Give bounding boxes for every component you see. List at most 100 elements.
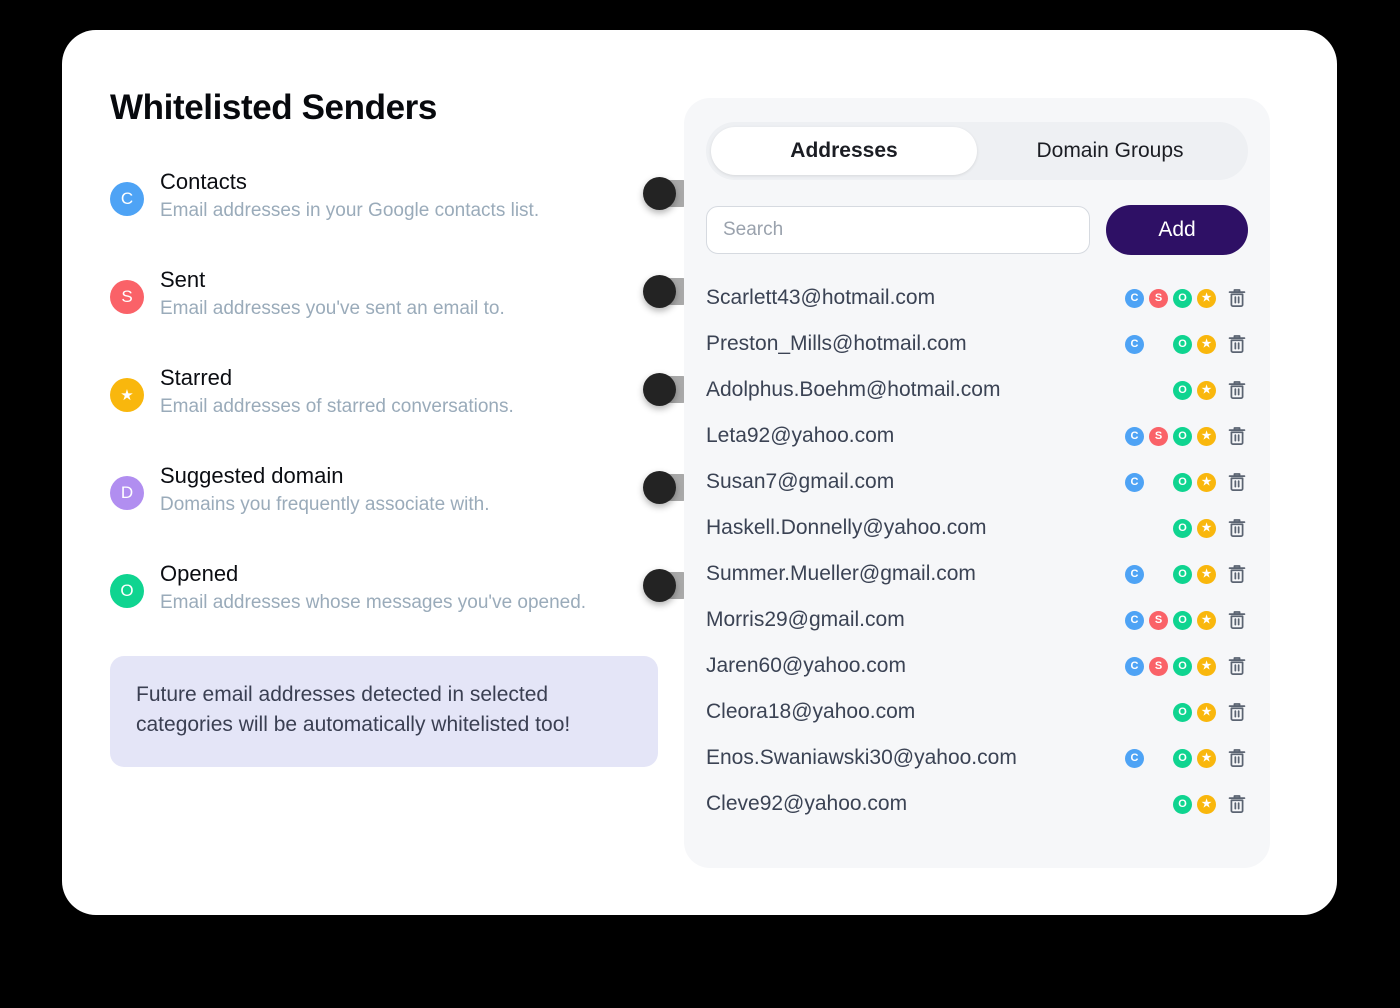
address-row: Morris29@gmail.com C S O ★ [706, 597, 1248, 643]
tag-starred-icon: ★ [1197, 794, 1216, 814]
category-title: Opened [160, 561, 239, 586]
tag-s-icon: S [1149, 656, 1168, 676]
tag-starred-icon: ★ [1197, 334, 1216, 354]
delete-address-button[interactable] [1226, 563, 1248, 585]
toggle-knob [643, 275, 676, 308]
delete-address-button[interactable] [1226, 471, 1248, 493]
tag-o-icon: O [1173, 518, 1192, 538]
trash-icon[interactable] [1226, 287, 1248, 309]
delete-address-button[interactable] [1226, 379, 1248, 401]
address-tags: C O ★ [1125, 564, 1216, 584]
page-title: Whitelisted Senders [110, 88, 437, 127]
trash-icon[interactable] [1226, 701, 1248, 723]
tab-addresses[interactable]: Addresses [711, 127, 977, 175]
address-email: Jaren60@yahoo.com [706, 654, 906, 677]
category-row-sent: S Sent Email addresses you've sent an emai… [110, 264, 696, 336]
address-tags: O ★ [1125, 794, 1216, 814]
category-badge-contacts-icon: C [110, 182, 144, 216]
category-row-contacts: C Contacts Email addresses in your Google … [110, 166, 696, 238]
toggle-knob [643, 373, 676, 406]
address-tags: C S O ★ [1125, 656, 1216, 676]
address-tags: C S O ★ [1125, 610, 1216, 630]
address-tags: C O ★ [1125, 334, 1216, 354]
tag-starred-icon: ★ [1197, 380, 1216, 400]
trash-icon[interactable] [1226, 379, 1248, 401]
address-row: Cleve92@yahoo.com O ★ [706, 781, 1248, 827]
tag-s-icon: S [1149, 288, 1168, 308]
info-box: Future email addresses detected in selec… [110, 656, 658, 767]
tag-placeholder [1149, 749, 1168, 768]
tag-c-icon: C [1125, 426, 1144, 446]
address-email: Leta92@yahoo.com [706, 424, 895, 447]
category-row-starred: ★ Starred Email addresses of starred conve… [110, 362, 696, 434]
delete-address-button[interactable] [1226, 517, 1248, 539]
tag-placeholder [1125, 519, 1144, 538]
tag-placeholder [1149, 703, 1168, 722]
category-text: Starred Email addresses of starred conver… [160, 362, 696, 420]
toggle-knob [643, 177, 676, 210]
category-row-suggested-domain: D Suggested domain Domains you frequently … [110, 460, 696, 532]
delete-address-button[interactable] [1226, 747, 1248, 769]
delete-address-button[interactable] [1226, 287, 1248, 309]
trash-icon[interactable] [1226, 333, 1248, 355]
categories-column: Whitelisted Senders C Contacts Email addre… [110, 88, 696, 767]
tag-placeholder [1149, 381, 1168, 400]
trash-icon[interactable] [1226, 517, 1248, 539]
delete-address-button[interactable] [1226, 655, 1248, 677]
delete-address-button[interactable] [1226, 609, 1248, 631]
tag-s-icon: S [1149, 426, 1168, 446]
address-email: Cleora18@yahoo.com [706, 700, 916, 723]
address-email: Enos.Swaniawski30@yahoo.com [706, 746, 1017, 769]
category-description: Domains you frequently associate with. [160, 494, 490, 516]
address-row: Cleora18@yahoo.com O ★ [706, 689, 1248, 735]
app-card: Whitelisted Senders C Contacts Email addre… [62, 30, 1337, 915]
address-tags: O ★ [1125, 518, 1216, 538]
delete-address-button[interactable] [1226, 701, 1248, 723]
address-email: Adolphus.Boehm@hotmail.com [706, 378, 1001, 401]
address-tags: C S O ★ [1125, 288, 1216, 308]
tag-o-icon: O [1173, 288, 1192, 308]
tag-starred-icon: ★ [1197, 288, 1216, 308]
trash-icon[interactable] [1226, 793, 1248, 815]
trash-icon[interactable] [1226, 655, 1248, 677]
tag-o-icon: O [1173, 472, 1192, 492]
category-description: Email addresses whose messages you've op… [160, 592, 587, 614]
info-box-text: Future email addresses detected in selec… [136, 683, 571, 737]
trash-icon[interactable] [1226, 747, 1248, 769]
search-row: Add [706, 205, 1248, 255]
address-tags: O ★ [1125, 702, 1216, 722]
delete-address-button[interactable] [1226, 333, 1248, 355]
address-email: Susan7@gmail.com [706, 470, 895, 493]
search-input[interactable] [706, 206, 1090, 254]
trash-icon[interactable] [1226, 425, 1248, 447]
category-title: Suggested domain [160, 463, 344, 488]
tag-o-icon: O [1173, 334, 1192, 354]
trash-icon[interactable] [1226, 471, 1248, 493]
tab-domain-groups[interactable]: Domain Groups [977, 127, 1243, 175]
tag-o-icon: O [1173, 794, 1192, 814]
tag-placeholder [1149, 565, 1168, 584]
address-row: Susan7@gmail.com C O ★ [706, 459, 1248, 505]
address-row: Preston_Mills@hotmail.com C O ★ [706, 321, 1248, 367]
address-row: Scarlett43@hotmail.com C S O ★ [706, 275, 1248, 321]
tag-starred-icon: ★ [1197, 472, 1216, 492]
category-text: Contacts Email addresses in your Google c… [160, 166, 696, 224]
category-badge-suggested-domain-icon: D [110, 476, 144, 510]
panel-tabs: Addresses Domain Groups [706, 122, 1248, 180]
senders-panel: AddressesDomain Groups Add Scarlett43@ho… [684, 98, 1270, 868]
delete-address-button[interactable] [1226, 425, 1248, 447]
add-button[interactable]: Add [1106, 205, 1248, 255]
category-title: Contacts [160, 169, 247, 194]
tag-o-icon: O [1173, 380, 1192, 400]
category-badge-starred-icon: ★ [110, 378, 144, 412]
category-row-opened: O Opened Email addresses whose messages yo… [110, 558, 696, 630]
address-email: Morris29@gmail.com [706, 608, 905, 631]
tag-o-icon: O [1173, 426, 1192, 446]
tag-starred-icon: ★ [1197, 702, 1216, 722]
address-row: Enos.Swaniawski30@yahoo.com C O ★ [706, 735, 1248, 781]
trash-icon[interactable] [1226, 563, 1248, 585]
delete-address-button[interactable] [1226, 793, 1248, 815]
trash-icon[interactable] [1226, 609, 1248, 631]
category-text: Opened Email addresses whose messages you… [160, 558, 696, 616]
address-email: Haskell.Donnelly@yahoo.com [706, 516, 987, 539]
